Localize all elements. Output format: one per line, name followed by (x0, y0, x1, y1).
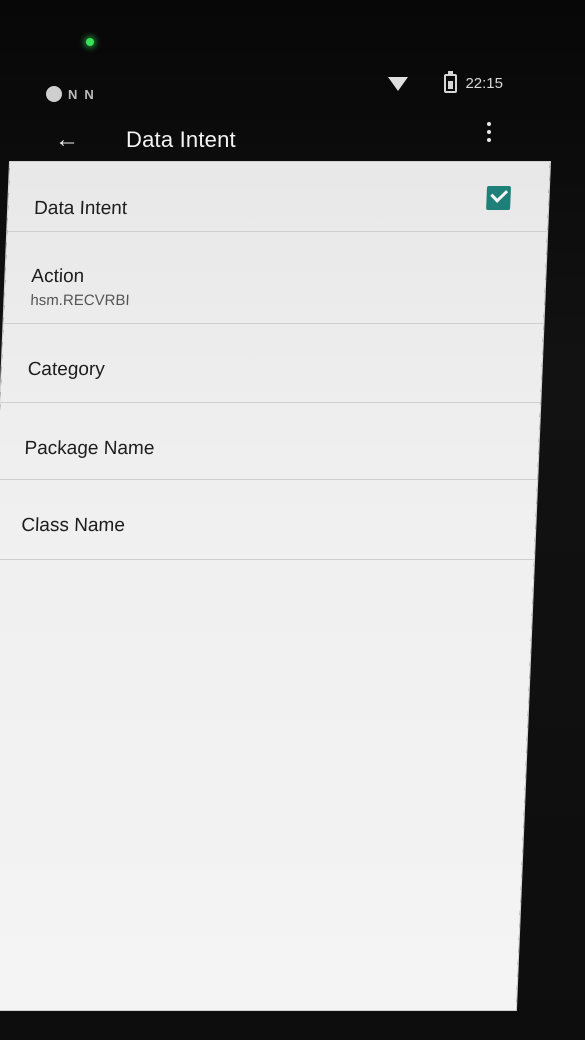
battery-icon (444, 71, 458, 93)
status-bar: N N 22:15 (0, 70, 585, 104)
checkmark-icon (490, 185, 509, 203)
app-bar: ← Data Intent (0, 112, 585, 168)
notification-n-icon-1: N (68, 86, 79, 102)
list-item-label: Action (30, 266, 85, 287)
phone-screen: N N 22:15 ← Data Intent Data Intent Acti… (0, 0, 585, 1040)
list-item-label: Class Name (20, 515, 126, 536)
status-right-icons: 22:15 (388, 71, 503, 93)
settings-sheet: Data Intent Action hsm.RECVRBI Category … (0, 162, 551, 1010)
notification-dot-icon (46, 86, 62, 102)
wifi-icon (388, 76, 409, 91)
list-item-label: Data Intent (33, 198, 128, 219)
status-time: 22:15 (465, 75, 503, 92)
status-led (86, 38, 94, 46)
list-item-package-name[interactable]: Package Name (0, 403, 541, 480)
data-intent-checkbox[interactable] (486, 185, 512, 210)
list-item-label: Package Name (24, 438, 155, 459)
page-title: Data Intent (126, 127, 236, 152)
list-item-action[interactable]: Action hsm.RECVRBI (3, 232, 548, 324)
list-item-data-intent[interactable]: Data Intent (7, 162, 550, 232)
list-item-category[interactable]: Category (0, 324, 544, 403)
back-arrow-icon[interactable]: ← (55, 128, 79, 152)
notification-n-icon-2: N (84, 86, 95, 102)
list-item-class-name[interactable]: Class Name (0, 480, 538, 560)
list-item-label: Category (27, 359, 106, 380)
status-left-icons: N N (46, 86, 95, 102)
list-item-value: hsm.RECVRBI (30, 292, 130, 309)
overflow-menu-icon[interactable] (487, 122, 493, 142)
